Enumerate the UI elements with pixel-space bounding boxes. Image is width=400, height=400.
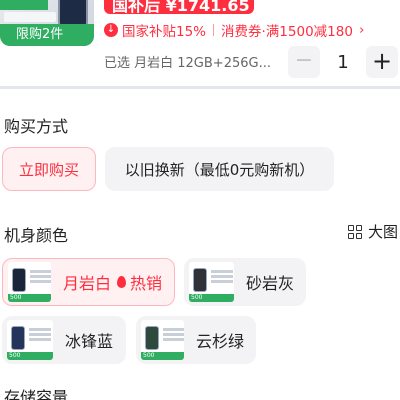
color-option-moonrock-white[interactable]: 500 月岩白 热销 (2, 258, 175, 306)
m-phone (193, 268, 207, 292)
storage-capacity-title: 存储容量 (4, 388, 69, 400)
m-text (29, 328, 51, 331)
color-option-spruce-green[interactable]: 500 云杉绿 (136, 316, 256, 364)
header-divider (0, 86, 400, 89)
coupon-label: 消费券·满1500减180 (221, 24, 353, 40)
m-text (211, 270, 233, 273)
color-label-row: 砂岩灰 (246, 270, 294, 294)
purchase-method-title: 购买方式 (4, 117, 69, 136)
promotion-row[interactable]: ↓ 国家补贴15% 消费券·满1500减180 › (104, 20, 364, 40)
thumbnail-top-band (0, 0, 48, 10)
thumbnail-badge: 500 (141, 352, 184, 360)
color-label: 冰锋蓝 (65, 332, 114, 351)
body-color-title: 机身颜色 (4, 226, 69, 245)
color-option-sandstone-gray[interactable]: 500 砂岩灰 (184, 258, 306, 306)
trade-in-label: 以旧换新（最低0元购新机） (124, 160, 315, 179)
m-phone (12, 268, 26, 292)
color-label: 砂岩灰 (245, 274, 294, 293)
chevron-right-icon: › (358, 22, 365, 38)
m-phone (145, 326, 159, 350)
color-label-row: 冰锋蓝 (65, 328, 113, 352)
buy-now-option[interactable]: 立即购买 (2, 147, 96, 191)
color-option-ice-blue[interactable]: 500 冰锋蓝 (2, 316, 126, 364)
quantity-value: 1 (337, 51, 349, 73)
subsidy-price: 国补后 ¥1741.65 (112, 0, 250, 14)
m-phone (11, 326, 25, 350)
purchase-limit-badge: 限购2件 (0, 24, 94, 46)
selected-spec: 已选 月岩白 12GB+256G... (104, 56, 271, 71)
color-label-row: 云杉绿 (196, 328, 244, 352)
grid-icon (347, 224, 362, 239)
buy-now-label: 立即购买 (18, 160, 79, 179)
flame-icon (116, 276, 126, 288)
national-subsidy-label: 国家补贴15% (122, 24, 207, 40)
large-image-label: 大图 (367, 223, 398, 241)
thumbnail-badge: 500 (8, 294, 51, 302)
m-text (163, 328, 184, 331)
large-image-toggle[interactable]: 大图 (347, 221, 398, 242)
promotion-divider (213, 24, 215, 36)
color-thumbnail: 500 (189, 262, 234, 302)
thumbnail-badge: 500 (7, 352, 53, 360)
color-thumbnail: 500 (7, 320, 53, 360)
decrease-quantity-button[interactable]: − (288, 46, 320, 78)
product-thumbnail[interactable]: 限购2件 (0, 0, 94, 46)
color-label-row: 月岩白 热销 (63, 270, 162, 294)
subsidy-price-banner: 国补后 ¥1741.65 (104, 0, 254, 14)
down-arrow-icon: ↓ (104, 23, 118, 37)
color-thumbnail: 500 (8, 262, 51, 302)
quantity-stepper: − 1 + (288, 46, 398, 78)
increase-quantity-button[interactable]: + (366, 46, 398, 78)
m-text (30, 270, 51, 273)
thumbnail-badge: 500 (189, 294, 234, 302)
trade-in-option[interactable]: 以旧换新（最低0元购新机） (105, 147, 334, 191)
hot-sale-tag: 热销 (129, 274, 162, 293)
color-label: 云杉绿 (195, 332, 244, 351)
thumbnail-note (4, 12, 56, 22)
color-label: 月岩白 (62, 274, 111, 293)
color-thumbnail: 500 (141, 320, 184, 360)
